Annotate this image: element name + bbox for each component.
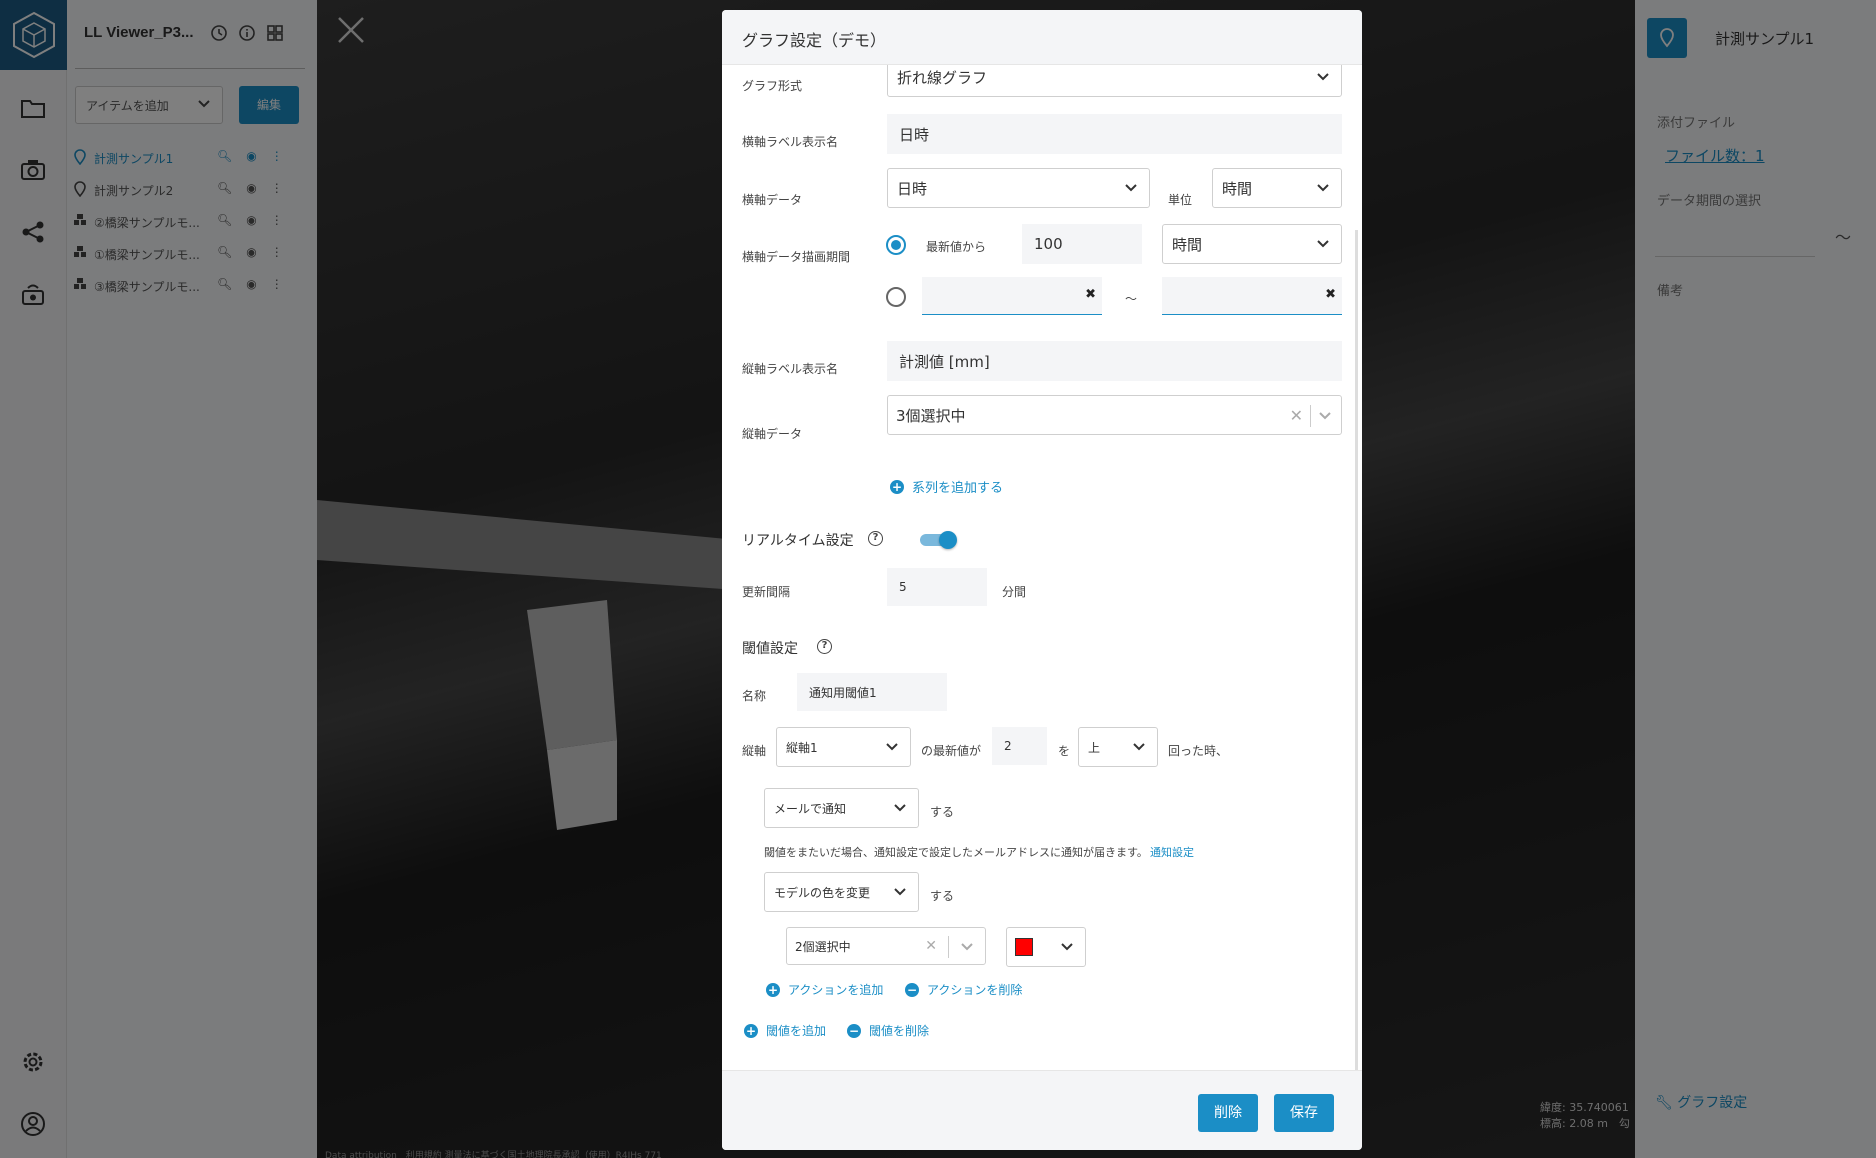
axis-value: 縦軸1 — [786, 740, 818, 755]
dialog-body: グラフ形式 折れ線グラフ 横軸ラベル表示名 日時 横軸データ 日時 単位 時間 … — [722, 65, 1362, 1080]
realtime-toggle[interactable] — [920, 531, 958, 549]
models-multiselect[interactable]: 2個選択中 ✕ — [786, 927, 986, 965]
x-label-label: 横軸ラベル表示名 — [742, 135, 839, 149]
unit-select[interactable]: 時間 — [1212, 168, 1342, 208]
chevron-down-icon[interactable] — [961, 943, 973, 951]
chevron-down-icon — [1133, 743, 1145, 751]
range-separator: 〜 — [1125, 292, 1138, 306]
from-latest-radio[interactable] — [886, 235, 906, 255]
threshold-name-input[interactable]: 通知用閾値1 — [797, 673, 947, 711]
chevron-down-icon — [894, 804, 906, 812]
action-type-value: モデルの色を変更 — [774, 885, 871, 900]
dialog-header: グラフ設定（デモ） — [722, 10, 1362, 65]
from-latest-input[interactable]: 100 — [1022, 224, 1142, 264]
add-action-button[interactable]: + アクションを追加 — [766, 981, 883, 998]
action-type-select[interactable]: メールで通知 — [764, 788, 919, 828]
threshold-label: 閾値設定 — [742, 641, 798, 657]
save-button[interactable]: 保存 — [1274, 1094, 1334, 1132]
dialog-title: グラフ設定（デモ） — [742, 31, 887, 50]
chevron-down-icon — [1317, 73, 1329, 81]
notify-settings-link[interactable]: 通知設定 — [1150, 844, 1194, 860]
axis-label: 縦軸 — [742, 744, 767, 758]
add-threshold-button[interactable]: + 閾値を追加 — [744, 1022, 826, 1039]
clear-icon[interactable]: ✖ — [1325, 287, 1336, 302]
from-latest-label: 最新値から — [926, 240, 987, 254]
chevron-down-icon — [1061, 943, 1073, 951]
help-icon[interactable]: ? — [868, 531, 883, 546]
period-unit-select[interactable]: 時間 — [1162, 224, 1342, 264]
direction-value: 上 — [1088, 740, 1101, 755]
chevron-down-icon[interactable] — [1319, 412, 1331, 420]
y-data-value: 3個選択中 — [896, 406, 966, 425]
remove-threshold-button[interactable]: − 閾値を削除 — [847, 1022, 929, 1039]
suru-text: する — [930, 805, 955, 819]
chevron-down-icon — [894, 888, 906, 896]
date-range-radio[interactable] — [886, 287, 906, 307]
x-data-value: 日時 — [897, 179, 928, 198]
x-data-select[interactable]: 日時 — [887, 168, 1150, 208]
threshold-name-label: 名称 — [742, 689, 767, 703]
realtime-label: リアルタイム設定 — [742, 533, 854, 549]
minus-circle-icon: − — [847, 1023, 861, 1038]
threshold-value-input[interactable]: 2 — [992, 727, 1047, 765]
clear-icon[interactable]: ✕ — [1290, 406, 1303, 425]
y-data-label: 縦軸データ — [742, 427, 803, 441]
multiselect-separator — [1310, 405, 1311, 427]
interval-label: 更新間隔 — [742, 585, 791, 599]
dialog-scrollbar[interactable] — [1355, 230, 1358, 1080]
chevron-down-icon — [886, 743, 898, 751]
y-label-label: 縦軸ラベル表示名 — [742, 362, 839, 376]
action-type-select[interactable]: モデルの色を変更 — [764, 872, 919, 912]
add-action-label: アクションを追加 — [788, 983, 884, 997]
latest-value-text: の最新値が — [921, 744, 982, 758]
y-data-multiselect[interactable]: 3個選択中 ✕ — [887, 395, 1342, 435]
end-date-input[interactable]: ✖ — [1162, 277, 1342, 315]
axis-select[interactable]: 縦軸1 — [776, 727, 911, 767]
x-period-label: 横軸データ描画期間 — [742, 250, 851, 264]
delete-button[interactable]: 削除 — [1198, 1094, 1258, 1132]
add-series-button[interactable]: + 系列を追加する — [890, 477, 1003, 496]
graph-type-value: 折れ線グラフ — [897, 68, 988, 87]
color-picker[interactable] — [1006, 927, 1086, 967]
add-threshold-label: 閾値を追加 — [766, 1024, 827, 1038]
remove-action-label: アクションを削除 — [927, 983, 1023, 997]
crossed-text: 回った時、 — [1168, 744, 1229, 758]
dialog-footer: 削除 保存 — [722, 1070, 1362, 1150]
add-series-label: 系列を追加する — [912, 481, 1004, 496]
interval-unit: 分間 — [1002, 585, 1027, 599]
chevron-down-icon — [1125, 184, 1137, 192]
graph-type-label: グラフ形式 — [742, 79, 803, 93]
unit-value: 時間 — [1222, 179, 1253, 198]
y-label-input[interactable]: 計測値 [mm] — [887, 341, 1342, 381]
remove-threshold-label: 閾値を削除 — [869, 1024, 930, 1038]
suru-text: する — [930, 889, 955, 903]
plus-circle-icon: + — [766, 982, 780, 997]
x-label-input[interactable]: 日時 — [887, 114, 1342, 154]
unit-label: 単位 — [1168, 193, 1193, 207]
interval-input[interactable]: 5 — [887, 568, 987, 606]
models-value: 2個選択中 — [795, 939, 851, 954]
multiselect-separator — [948, 936, 949, 958]
period-unit-value: 時間 — [1172, 235, 1203, 254]
clear-icon[interactable]: ✕ — [925, 938, 937, 954]
graph-type-select[interactable]: 折れ線グラフ — [887, 65, 1342, 97]
chevron-down-icon — [1317, 184, 1329, 192]
chevron-down-icon — [1317, 240, 1329, 248]
clear-icon[interactable]: ✖ — [1085, 287, 1096, 302]
wo-text: を — [1058, 744, 1071, 758]
mail-note: 閾値をまたいだ場合、通知設定で設定したメールアドレスに通知が届きます。 — [764, 846, 1148, 859]
remove-action-button[interactable]: − アクションを削除 — [905, 981, 1022, 998]
color-swatch — [1015, 938, 1033, 956]
plus-circle-icon: + — [744, 1023, 758, 1038]
action-type-value: メールで通知 — [774, 801, 847, 816]
x-data-label: 横軸データ — [742, 193, 803, 207]
help-icon[interactable]: ? — [817, 639, 832, 654]
direction-select[interactable]: 上 — [1078, 727, 1158, 767]
start-date-input[interactable]: ✖ — [922, 277, 1102, 315]
plus-circle-icon: + — [890, 479, 904, 494]
minus-circle-icon: − — [905, 982, 919, 997]
graph-settings-dialog: グラフ設定（デモ） グラフ形式 折れ線グラフ 横軸ラベル表示名 日時 横軸データ… — [722, 10, 1362, 1150]
